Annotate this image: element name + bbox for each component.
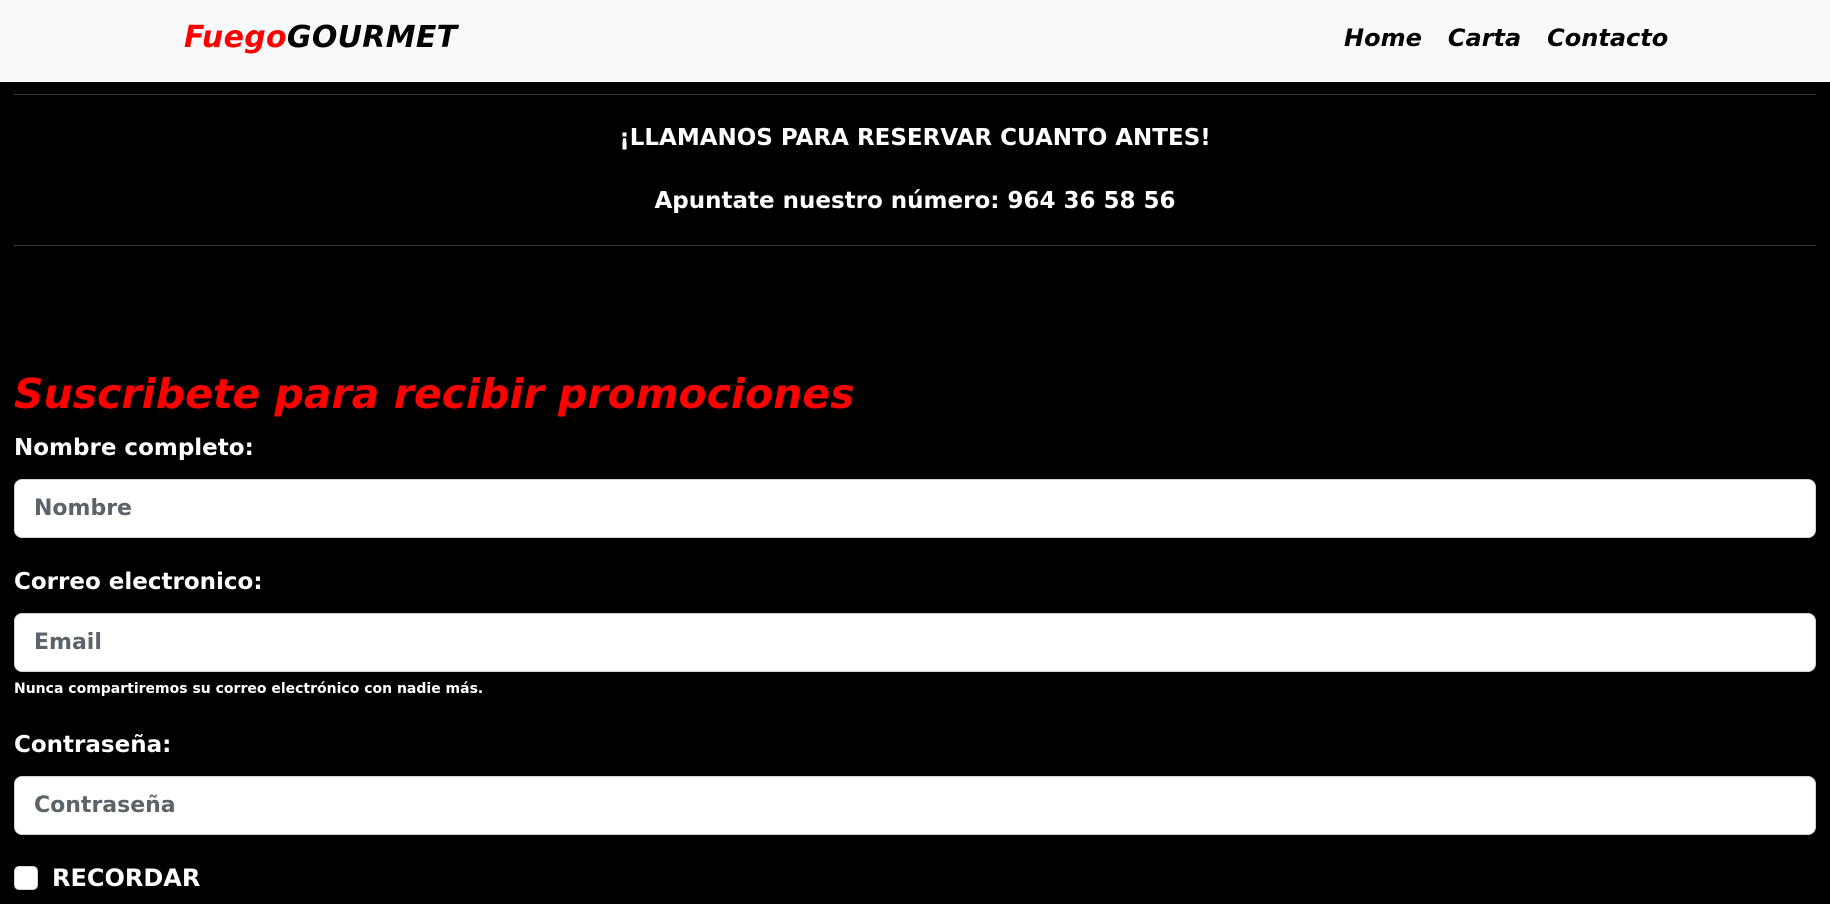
nav-link-carta[interactable]: Carta — [1448, 20, 1521, 56]
nav-link-home[interactable]: Home — [1344, 20, 1422, 56]
divider-bottom — [14, 245, 1816, 246]
nav-link-contacto[interactable]: Contacto — [1547, 20, 1668, 56]
email-input[interactable] — [14, 613, 1816, 672]
remember-label[interactable]: RECORDAR — [52, 862, 200, 894]
name-input[interactable] — [14, 479, 1816, 538]
brand-fuego: Fuego — [184, 20, 287, 55]
promo-reserve-text: ¡LLAMANOS PARA RESERVAR CUANTO ANTES! — [619, 125, 1211, 151]
nav-links: Home Carta Contacto — [1344, 20, 1668, 56]
brand-logo[interactable]: FuegoGOURMET — [184, 18, 457, 58]
password-input[interactable] — [14, 776, 1816, 835]
divider-top — [14, 94, 1816, 95]
remember-row: RECORDAR — [14, 862, 200, 894]
name-label: Nombre completo: — [14, 435, 254, 461]
remember-checkbox[interactable] — [14, 866, 38, 890]
promo-phone-text: Apuntate nuestro número: 964 36 58 56 — [654, 188, 1176, 214]
navbar: FuegoGOURMET Home Carta Contacto — [0, 0, 1830, 82]
email-help-text: Nunca compartiremos su correo electrónic… — [14, 681, 484, 697]
subscribe-title: Suscribete para recibir promociones — [14, 370, 855, 419]
password-label: Contraseña: — [14, 732, 172, 758]
brand-gourmet: GOURMET — [286, 20, 458, 55]
email-label: Correo electronico: — [14, 569, 263, 595]
